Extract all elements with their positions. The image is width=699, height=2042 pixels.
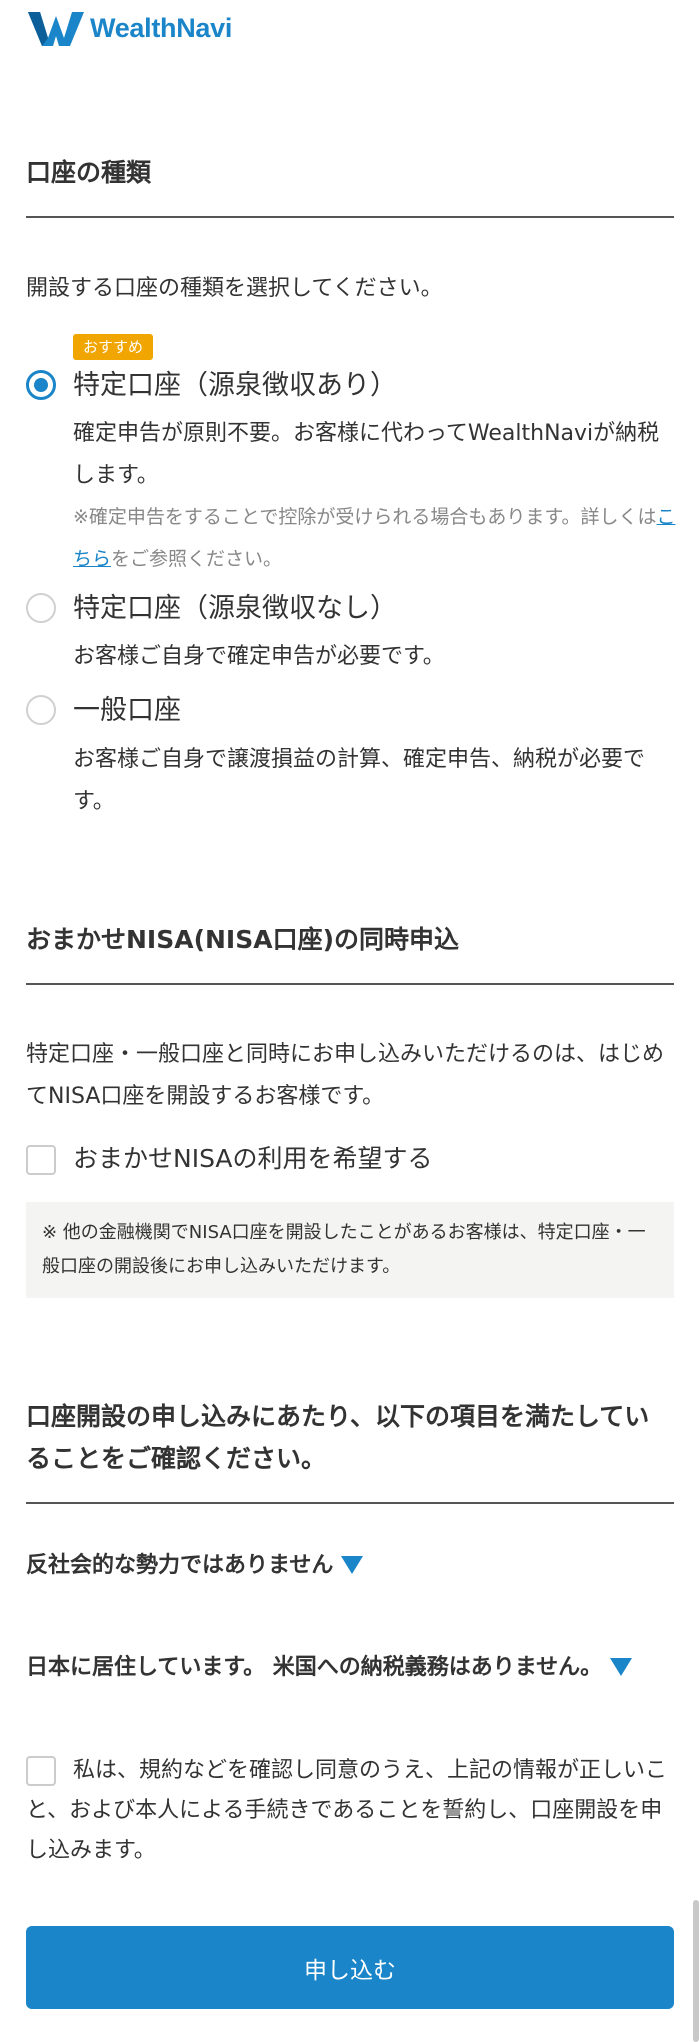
nisa-note: ※ 他の金融機関でNISA口座を開設したことがあるお客様は、特定口座・一般口座の… xyxy=(26,1202,674,1298)
expand-triangle-icon[interactable] xyxy=(341,1556,364,1574)
nisa-checkbox[interactable] xyxy=(26,1145,56,1175)
accordion-residency[interactable]: 日本に居住しています。 米国への納税義務はありません。 xyxy=(26,1648,633,1688)
accordion-anti-social[interactable]: 反社会的な勢力ではありません xyxy=(26,1546,364,1586)
note-text: ※確定申告をすることで控除が受けられる場合もあります。詳しくは xyxy=(73,506,657,528)
expand-triangle-icon[interactable] xyxy=(610,1658,633,1676)
radio-tokutei-no-withholding[interactable] xyxy=(26,593,56,623)
accordion-label: 反社会的な勢力ではありません xyxy=(26,1553,334,1578)
wealthnavi-logo-icon xyxy=(28,12,84,46)
scrollbar[interactable] xyxy=(693,1900,699,2042)
submit-button[interactable]: 申し込む xyxy=(26,1926,674,2009)
option-description-tokutei-withholding: 確定申告が原則不要。お客様に代わってWealthNaviが納税します。 xyxy=(73,421,660,488)
option-note-tokutei-withholding: ※確定申告をすることで控除が受けられる場合もあります。詳しくはこちらをご参照くだ… xyxy=(73,496,676,580)
agreement-text[interactable]: 私は、規約などを確認し同意のうえ、上記の情報が正しいこと、および本人による手続き… xyxy=(26,1751,674,1871)
nisa-description: 特定口座・一般口座と同時にお申し込みいただけるのは、はじめてNISA口座を開設す… xyxy=(26,1042,665,1109)
brand-name: WealthNavi xyxy=(90,12,233,43)
section-title-nisa: おまかせNISA(NISA口座)の同時申込 xyxy=(26,925,460,954)
option-label-tokutei-withholding[interactable]: 特定口座（源泉徴収あり） xyxy=(73,366,397,406)
radio-tokutei-withholding[interactable] xyxy=(26,370,56,400)
option-label-tokutei-no-withholding[interactable]: 特定口座（源泉徴収なし） xyxy=(73,589,397,629)
divider xyxy=(26,983,674,985)
header: WealthNavi xyxy=(26,6,232,50)
section-title-confirm: 口座開設の申し込みにあたり、以下の項目を満たしていることをご確認ください。 xyxy=(26,1402,650,1473)
accordion-label: 日本に居住しています。 米国への納税義務はありません。 xyxy=(26,1655,603,1680)
section-title-account-type: 口座の種類 xyxy=(26,158,152,187)
radio-general-account[interactable] xyxy=(26,695,56,725)
recommend-badge: おすすめ xyxy=(73,334,154,360)
note-text-suffix: をご参照ください。 xyxy=(111,548,283,570)
option-label-general-account[interactable]: 一般口座 xyxy=(73,691,181,731)
divider xyxy=(26,1502,674,1504)
divider xyxy=(26,216,674,218)
nisa-checkbox-label[interactable]: おまかせNISAの利用を希望する xyxy=(73,1139,433,1179)
option-description-tokutei-no-withholding: お客様ご自身で確定申告が必要です。 xyxy=(73,644,445,669)
option-description-general-account: お客様ご自身で譲渡損益の計算、確定申告、納税が必要です。 xyxy=(73,747,646,814)
account-type-instruction: 開設する口座の種類を選択してください。 xyxy=(26,276,443,301)
